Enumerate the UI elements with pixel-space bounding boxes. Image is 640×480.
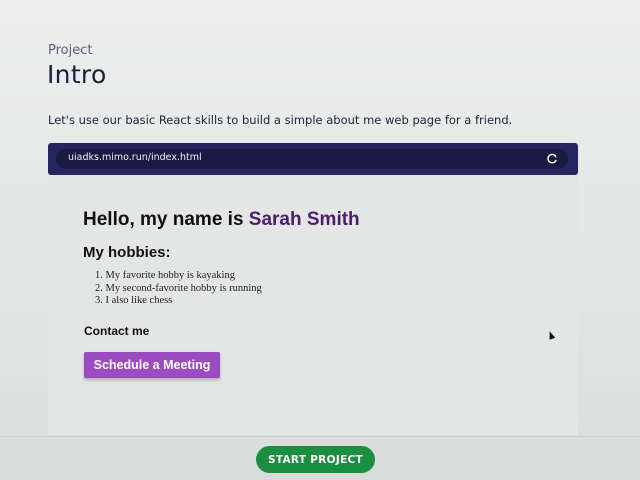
schedule-meeting-button[interactable]: Schedule a Meeting xyxy=(84,352,220,378)
url-text: uiadks.mimo.run/index.html xyxy=(68,152,202,163)
greeting-heading: Hello, my name is Sarah Smith xyxy=(83,209,360,231)
reload-icon[interactable] xyxy=(545,152,559,166)
url-bar[interactable]: uiadks.mimo.run/index.html xyxy=(56,149,568,169)
greeting-prefix: Hello, my name is xyxy=(83,209,249,230)
hobby-item: 1. My favorite hobby is kayaking xyxy=(95,270,235,281)
hobby-item: 2. My second-favorite hobby is running xyxy=(95,282,262,294)
footer-divider xyxy=(0,436,640,437)
hobbies-heading: My hobbies: xyxy=(83,244,171,261)
project-eyebrow: Project xyxy=(48,43,93,58)
project-intro-page: Project Intro Let's use our basic React … xyxy=(0,0,640,480)
hobbies-list: 1. My favorite hobby is kayaking 2. My s… xyxy=(95,270,262,308)
hobby-item: 3. I also like chess xyxy=(95,295,173,306)
start-project-button[interactable]: START PROJECT xyxy=(256,446,375,473)
web-preview: Hello, my name is Sarah Smith My hobbies… xyxy=(48,175,578,435)
friend-name: Sarah Smith xyxy=(248,209,360,230)
project-description: Let's use our basic React skills to buil… xyxy=(48,113,513,127)
contact-label: Contact me xyxy=(84,324,150,338)
page-title: Intro xyxy=(47,60,107,89)
browser-bar: uiadks.mimo.run/index.html xyxy=(48,143,578,175)
